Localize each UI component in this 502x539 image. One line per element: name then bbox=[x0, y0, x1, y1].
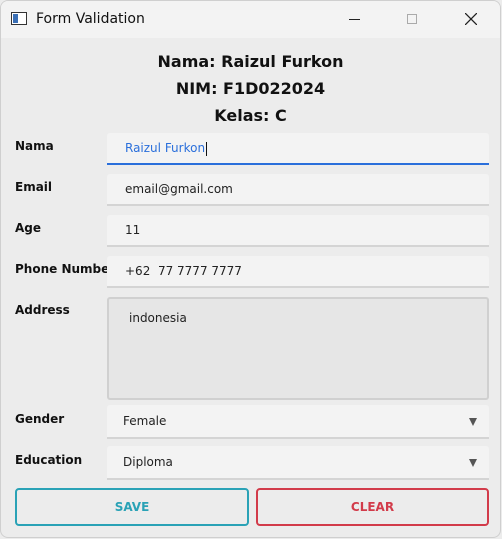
save-button[interactable]: SAVE bbox=[15, 488, 249, 526]
phone-label: Phone Number bbox=[15, 262, 116, 276]
age-input[interactable]: 11 bbox=[107, 215, 489, 247]
address-textarea[interactable]: indonesia bbox=[107, 297, 489, 400]
app-window: Form Validation Nama: Raizul Furkon NIM:… bbox=[0, 0, 501, 538]
student-name-heading: Nama: Raizul Furkon bbox=[157, 52, 344, 71]
gender-label: Gender bbox=[15, 412, 65, 426]
student-nim-heading: NIM: F1D022024 bbox=[175, 79, 326, 98]
age-input-value: 11 bbox=[125, 223, 141, 237]
gender-select-value: Female bbox=[123, 414, 167, 428]
age-label: Age bbox=[15, 221, 42, 235]
nama-label: Nama bbox=[15, 139, 54, 153]
address-label: Address bbox=[15, 303, 70, 317]
text-caret bbox=[206, 141, 208, 156]
education-label: Education bbox=[15, 453, 83, 467]
minimize-button[interactable] bbox=[331, 1, 377, 38]
nama-input-value: Raizul Furkon bbox=[125, 141, 206, 155]
email-input[interactable]: email@gmail.com bbox=[107, 174, 489, 206]
title-bar: Form Validation bbox=[1, 1, 500, 38]
phone-input-value: +62 77 7777 7777 bbox=[125, 264, 242, 278]
window-app-icon bbox=[11, 12, 27, 25]
close-button[interactable] bbox=[448, 1, 494, 38]
email-label: Email bbox=[15, 180, 53, 194]
window-title: Form Validation bbox=[36, 11, 145, 27]
dropdown-arrow-icon bbox=[469, 459, 477, 467]
address-textarea-value: indonesia bbox=[129, 311, 187, 325]
dropdown-arrow-icon bbox=[469, 418, 477, 426]
maximize-button[interactable] bbox=[389, 1, 435, 38]
education-select[interactable]: Diploma bbox=[107, 446, 489, 480]
education-select-value: Diploma bbox=[123, 455, 173, 469]
nama-input[interactable]: Raizul Furkon bbox=[107, 133, 489, 165]
student-class-heading: Kelas: C bbox=[214, 106, 287, 125]
clear-button[interactable]: CLEAR bbox=[256, 488, 489, 526]
phone-input[interactable]: +62 77 7777 7777 bbox=[107, 256, 489, 288]
close-icon bbox=[465, 13, 477, 25]
gender-select[interactable]: Female bbox=[107, 405, 489, 439]
email-input-value: email@gmail.com bbox=[125, 182, 233, 196]
